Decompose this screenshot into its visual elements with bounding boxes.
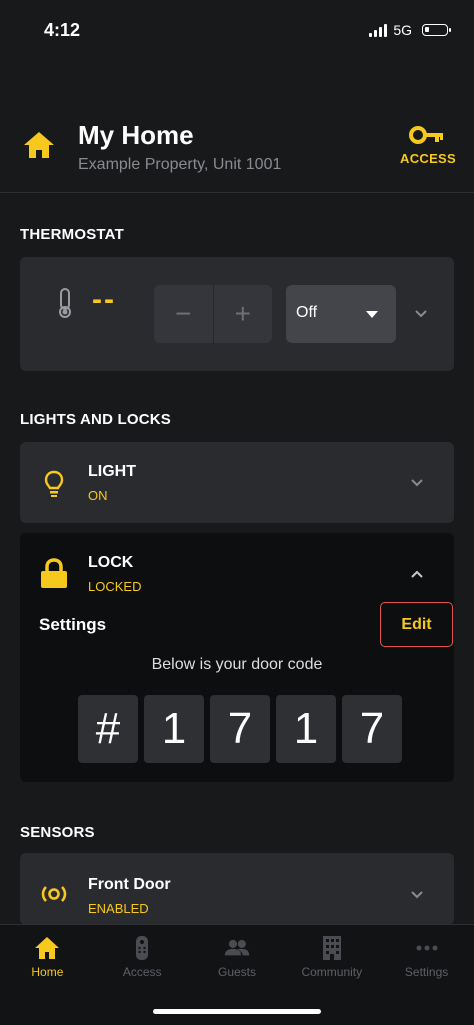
code-digit: 1 [144,695,204,763]
home-icon [24,132,54,158]
battery-icon [422,24,451,36]
sensor-status: ENABLED [88,901,149,916]
property-subtitle: Example Property, Unit 1001 [78,156,282,173]
tab-guests[interactable]: Guests [190,925,285,985]
tab-access[interactable]: Access [95,925,190,985]
tab-settings[interactable]: Settings [379,925,474,985]
mode-value: Off [296,304,318,321]
sensor-card-front-door[interactable]: Front Door ENABLED [20,853,454,925]
tab-label: Guests [217,965,256,979]
chevron-down-icon[interactable] [410,476,424,490]
light-card[interactable]: LIGHT ON [20,442,454,523]
key-icon [409,126,443,144]
light-status: ON [88,488,108,503]
thermometer-icon [59,288,71,318]
thermostat-value: -- [92,283,116,316]
temperature-stepper: − + [154,285,272,343]
door-code-caption: Below is your door code [151,656,323,673]
increase-button[interactable]: + [212,285,272,343]
thermostat-section-title: THERMOSTAT [20,226,124,243]
chevron-down-icon[interactable] [410,888,424,902]
tab-community[interactable]: Community [284,925,379,985]
sensor-icon [41,886,67,902]
header: My Home Example Property, Unit 1001 ACCE… [0,100,474,193]
sensors-section-title: SENSORS [20,824,95,841]
status-time: 4:12 [44,20,81,40]
decrease-button[interactable]: − [154,285,213,343]
home-icon [35,937,60,959]
padlock-icon [41,558,67,588]
status-icons: 5G [369,22,451,38]
remote-icon [136,936,149,960]
code-digit: 7 [210,695,270,763]
signal-icon [369,23,388,37]
door-code: # 1 7 1 7 [78,695,402,763]
access-button[interactable]: ACCESS [400,124,456,166]
thermostat-card: -- − + Off [20,257,454,371]
building-icon [322,936,341,960]
code-digit: # [78,695,138,763]
status-bar: 4:12 5G [0,0,474,60]
tab-label: Home [31,965,64,979]
bottom-safe-area [0,984,474,1025]
tab-home[interactable]: Home [0,925,95,985]
lights-locks-section-title: LIGHTS AND LOCKS [20,411,171,428]
edit-button[interactable]: Edit [380,602,453,647]
sensor-name: Front Door [88,876,171,893]
code-digit: 1 [276,695,336,763]
tab-label: Access [122,965,162,979]
chevron-down-icon[interactable] [414,307,428,321]
access-label: ACCESS [400,151,456,166]
light-name: LIGHT [88,463,136,480]
lock-name: LOCK [88,554,134,571]
tab-label: Community [301,965,363,979]
page-title: My Home [78,120,194,150]
settings-label: Settings [39,615,107,634]
lightbulb-icon [44,470,64,497]
tab-bar: Home Access Guests Community Settings [0,924,474,985]
home-indicator [153,1009,321,1014]
network-label: 5G [393,22,412,38]
people-icon [224,939,250,956]
lock-status: LOCKED [88,579,142,594]
chevron-up-icon[interactable] [410,567,424,581]
tab-label: Settings [404,965,449,979]
mode-select[interactable]: Off [286,285,396,343]
lock-card: LOCK LOCKED Settings Edit Below is your … [20,533,454,782]
more-icon [416,945,438,951]
code-digit: 7 [342,695,402,763]
caret-down-icon [366,311,378,318]
